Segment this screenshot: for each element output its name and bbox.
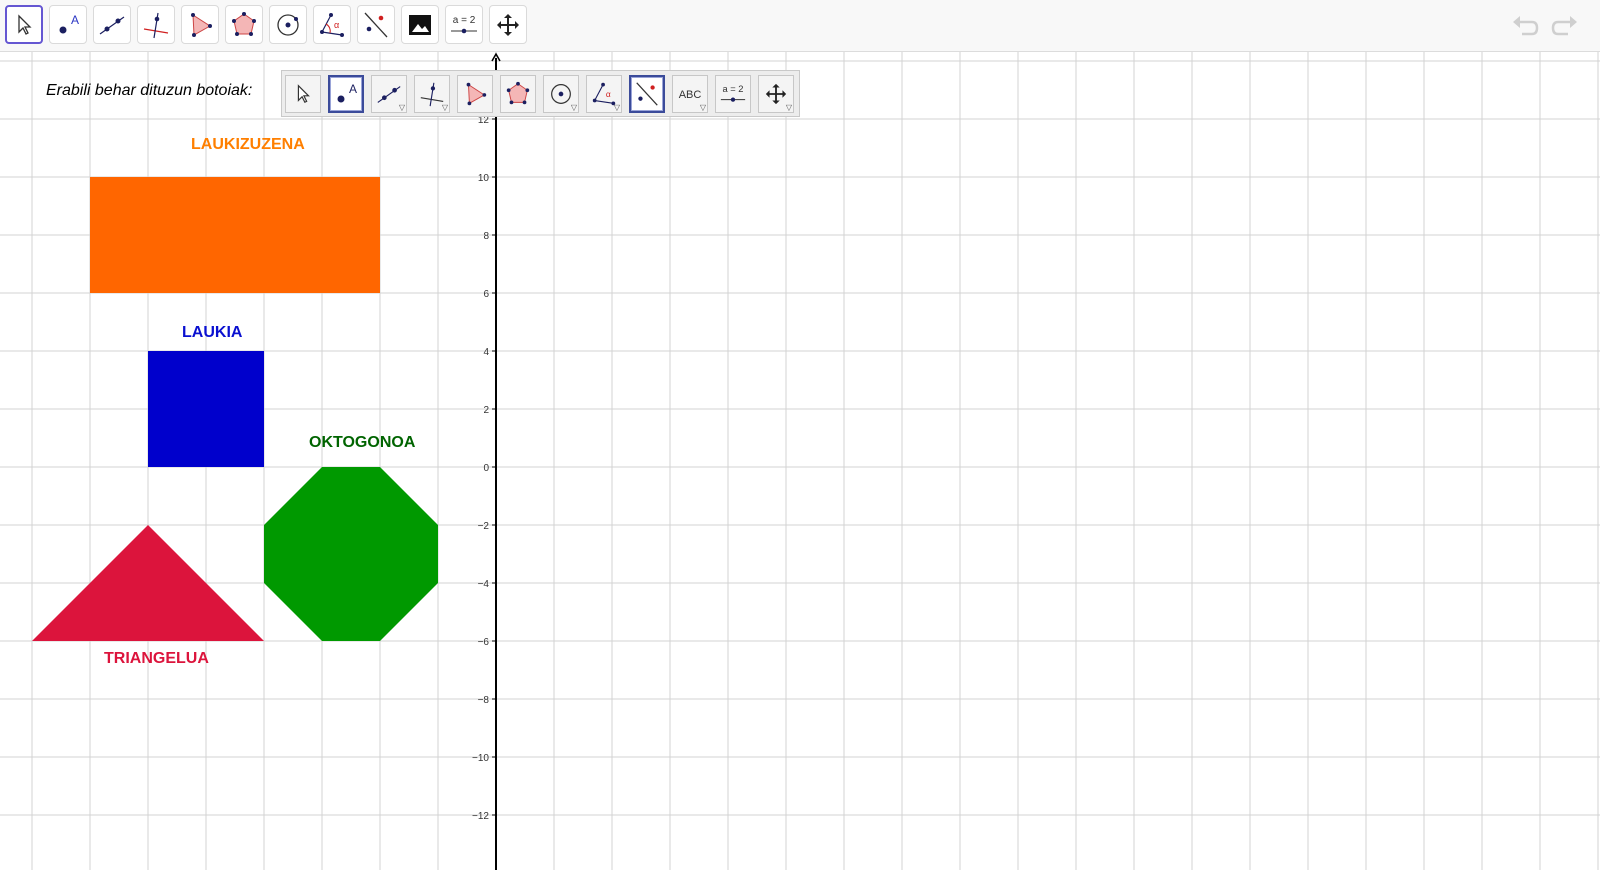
redo-icon [1551,16,1577,36]
regular-polygon-icon [506,81,530,105]
reflect-about-line-icon [636,82,658,106]
submenu-indicator-icon: ▽ [398,103,405,112]
move-graphics-view-icon [765,83,787,105]
svg-text:A: A [71,13,79,27]
square-label: LAUKIA [182,324,243,341]
line-through-points-icon [99,16,125,34]
octagon-shape[interactable] [264,467,438,641]
text-icon: ABC [679,89,702,101]
line-tool-button[interactable] [93,5,131,44]
point-tool-button[interactable]: A [49,5,87,44]
svg-text:ABC: ABC [679,89,702,101]
polygon-icon [466,82,487,106]
y-tick-label: −12 [472,811,489,822]
point-icon: A [59,13,79,33]
move-graphics-tool-button[interactable] [489,5,527,44]
angle-icon: α [320,12,344,37]
regular-polygon-tool-button[interactable] [225,5,263,44]
angle-tool-button[interactable]: α [313,5,351,44]
circle-tool-button[interactable] [269,5,307,44]
submenu-indicator-icon: ▽ [785,103,792,112]
submenu-indicator-icon: ▽ [699,103,706,112]
square-shape[interactable] [148,351,264,467]
y-tick-label: −6 [478,637,490,648]
undo-button[interactable] [1510,12,1540,40]
palette-polygon-button[interactable] [457,75,493,113]
slider-icon: a = 2 [451,15,477,33]
y-tick-label: −2 [478,521,490,532]
polygon-icon [191,12,212,37]
tool-palette: A ▽ ▽ ▽ α ▽ ABC ▽ a = 2 ▽ [281,70,800,117]
graphics-view[interactable]: 12 10 8 6 4 2 0 −2 −4 −6 −8 −10 −12 [0,52,1600,870]
palette-slider-button[interactable]: a = 2 [715,75,751,113]
y-tick-label: 4 [483,347,489,358]
slider-icon: a = 2 [720,84,746,102]
y-tick-label: 10 [478,173,490,184]
y-tick-label: −8 [478,695,490,706]
reflect-tool-button[interactable] [357,5,395,44]
move-graphics-view-icon [497,13,519,36]
palette-perpendicular-button[interactable]: ▽ [414,75,450,113]
submenu-indicator-icon: ▽ [613,103,620,112]
slider-tool-button[interactable]: a = 2 [445,5,483,44]
palette-circle-button[interactable]: ▽ [543,75,579,113]
image-icon [409,14,431,35]
svg-text:α: α [606,89,611,99]
image-tool-button[interactable] [401,5,439,44]
submenu-indicator-icon: ▽ [441,103,448,112]
submenu-indicator-icon: ▽ [570,103,577,112]
palette-reflect-button[interactable] [629,75,665,113]
arrow-cursor-icon [18,13,32,35]
palette-point-button[interactable]: A [328,75,364,113]
perpendicular-line-icon [143,12,169,38]
undo-redo-group [1510,12,1580,40]
circle-icon [277,13,299,36]
palette-angle-button[interactable]: α ▽ [586,75,622,113]
y-axis: 121086420−2−4−6−8−10−12 [472,52,501,870]
y-tick-label: 0 [483,463,489,474]
perpendicular-tool-button[interactable] [137,5,175,44]
palette-move-button[interactable] [285,75,321,113]
y-tick-label: −10 [472,753,489,764]
svg-text:a = 2: a = 2 [453,15,476,26]
palette-regular-polygon-button[interactable] [500,75,536,113]
reflect-about-line-icon [364,12,388,37]
palette-text-button[interactable]: ABC ▽ [672,75,708,113]
y-tick-label: −4 [478,579,490,590]
rectangle-label: LAUKIZUZENA [191,136,305,153]
palette-line-button[interactable]: ▽ [371,75,407,113]
arrow-cursor-icon [297,84,310,104]
y-tick-label: 6 [483,289,489,300]
svg-text:α: α [334,20,339,30]
regular-polygon-icon [232,11,256,36]
triangle-label: TRIANGELUA [104,650,209,667]
coordinate-grid: 121086420−2−4−6−8−10−12 [0,52,1600,870]
palette-move-graphics-button[interactable]: ▽ [758,75,794,113]
main-toolbar: A α a = 2 [0,0,1600,52]
undo-icon [1513,16,1539,36]
move-tool-button[interactable] [5,5,43,44]
rectangle-shape[interactable] [90,177,380,293]
octagon-label: OKTOGONOA [309,434,416,451]
y-tick-label: 2 [483,405,489,416]
instruction-text: Erabili behar dituzun botoiak: [46,82,253,99]
point-icon: A [337,82,357,103]
polygon-tool-button[interactable] [181,5,219,44]
redo-button[interactable] [1550,12,1580,40]
svg-text:A: A [349,82,357,96]
y-tick-label: 8 [483,231,489,242]
svg-text:a = 2: a = 2 [722,84,743,94]
